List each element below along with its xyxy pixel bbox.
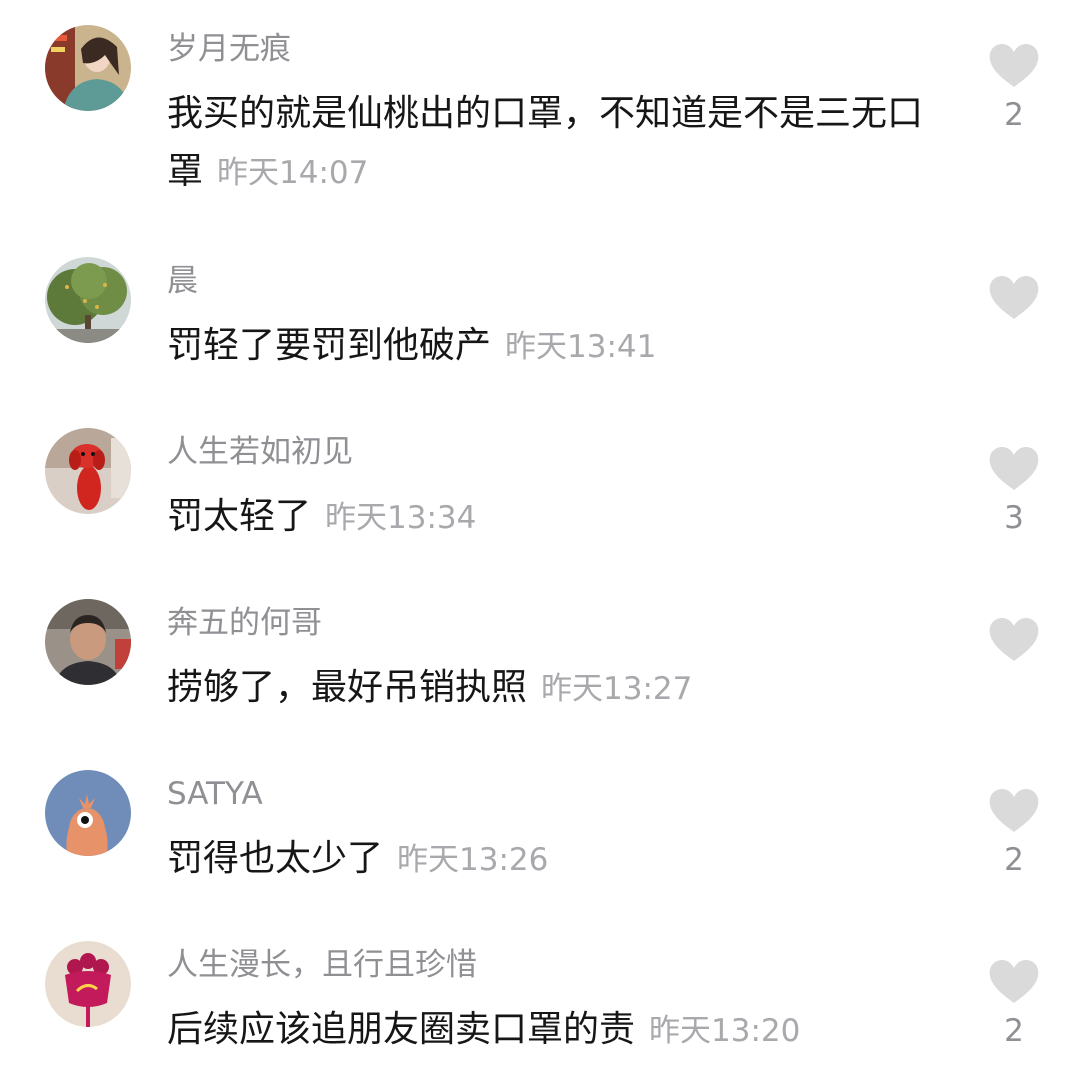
heart-icon — [989, 789, 1039, 832]
username[interactable]: 岁月无痕 — [167, 27, 291, 71]
timestamp: 昨天13:27 — [541, 671, 693, 707]
heart-icon — [989, 44, 1039, 87]
username[interactable]: 晨 — [167, 259, 198, 303]
like-button[interactable] — [986, 275, 1042, 327]
like-count: 3 — [1004, 500, 1024, 536]
comment-body: 后续应该追朋友圈卖口罩的责 — [167, 1009, 636, 1050]
avatar[interactable] — [45, 428, 131, 514]
timestamp: 昨天13:41 — [505, 329, 657, 365]
like-count: 2 — [1004, 1013, 1024, 1049]
avatar[interactable] — [45, 770, 131, 856]
flower-illustration-avatar — [45, 941, 131, 1027]
timestamp: 昨天13:34 — [325, 500, 477, 536]
comment-body: 罚得也太少了 — [167, 838, 384, 879]
cartoon-bird-avatar — [45, 770, 131, 856]
heart-icon — [989, 447, 1039, 490]
like-count: 2 — [1004, 97, 1024, 133]
heart-icon — [989, 618, 1039, 661]
comment-text: 罚得也太少了 昨天13:26 — [167, 830, 957, 889]
woman-portrait-avatar — [45, 25, 131, 111]
like-button[interactable]: 3 — [986, 446, 1042, 538]
comment-text: 罚轻了要罚到他破产 昨天13:41 — [167, 317, 957, 376]
username[interactable]: 人生若如初见 — [167, 430, 353, 474]
like-button[interactable] — [986, 617, 1042, 669]
like-count: 2 — [1004, 842, 1024, 878]
heart-icon — [989, 960, 1039, 1003]
avatar[interactable] — [45, 941, 131, 1027]
comment-list: 岁月无痕 我买的就是仙桃出的口罩，不知道是不是三无口罩 昨天14:07 2 晨 … — [0, 0, 1080, 1080]
username[interactable]: 奔五的何哥 — [167, 601, 322, 645]
comment-text: 捞够了，最好吊销执照 昨天13:27 — [167, 659, 957, 718]
comment-text: 罚太轻了 昨天13:34 — [167, 488, 957, 547]
like-button[interactable]: 2 — [986, 43, 1042, 135]
avatar[interactable] — [45, 257, 131, 343]
comment-body: 捞够了，最好吊销执照 — [167, 667, 528, 708]
comment-text: 后续应该追朋友圈卖口罩的责 昨天13:20 — [167, 1001, 957, 1060]
comment-body: 罚太轻了 — [167, 496, 312, 537]
avatar[interactable] — [45, 599, 131, 685]
avatar[interactable] — [45, 25, 131, 111]
heart-icon — [989, 276, 1039, 319]
like-button[interactable]: 2 — [986, 959, 1042, 1051]
timestamp: 昨天13:20 — [649, 1013, 801, 1049]
like-button[interactable]: 2 — [986, 788, 1042, 880]
man-portrait-avatar — [45, 599, 131, 685]
timestamp: 昨天14:07 — [217, 155, 369, 191]
username[interactable]: SATYA — [167, 772, 263, 816]
tree-photo-avatar — [45, 257, 131, 343]
comment-body: 罚轻了要罚到他破产 — [167, 325, 492, 366]
red-dog-statue-avatar — [45, 428, 131, 514]
username[interactable]: 人生漫长，且行且珍惜 — [167, 943, 477, 987]
timestamp: 昨天13:26 — [397, 842, 549, 878]
comment-text: 我买的就是仙桃出的口罩，不知道是不是三无口罩 昨天14:07 — [167, 85, 957, 202]
